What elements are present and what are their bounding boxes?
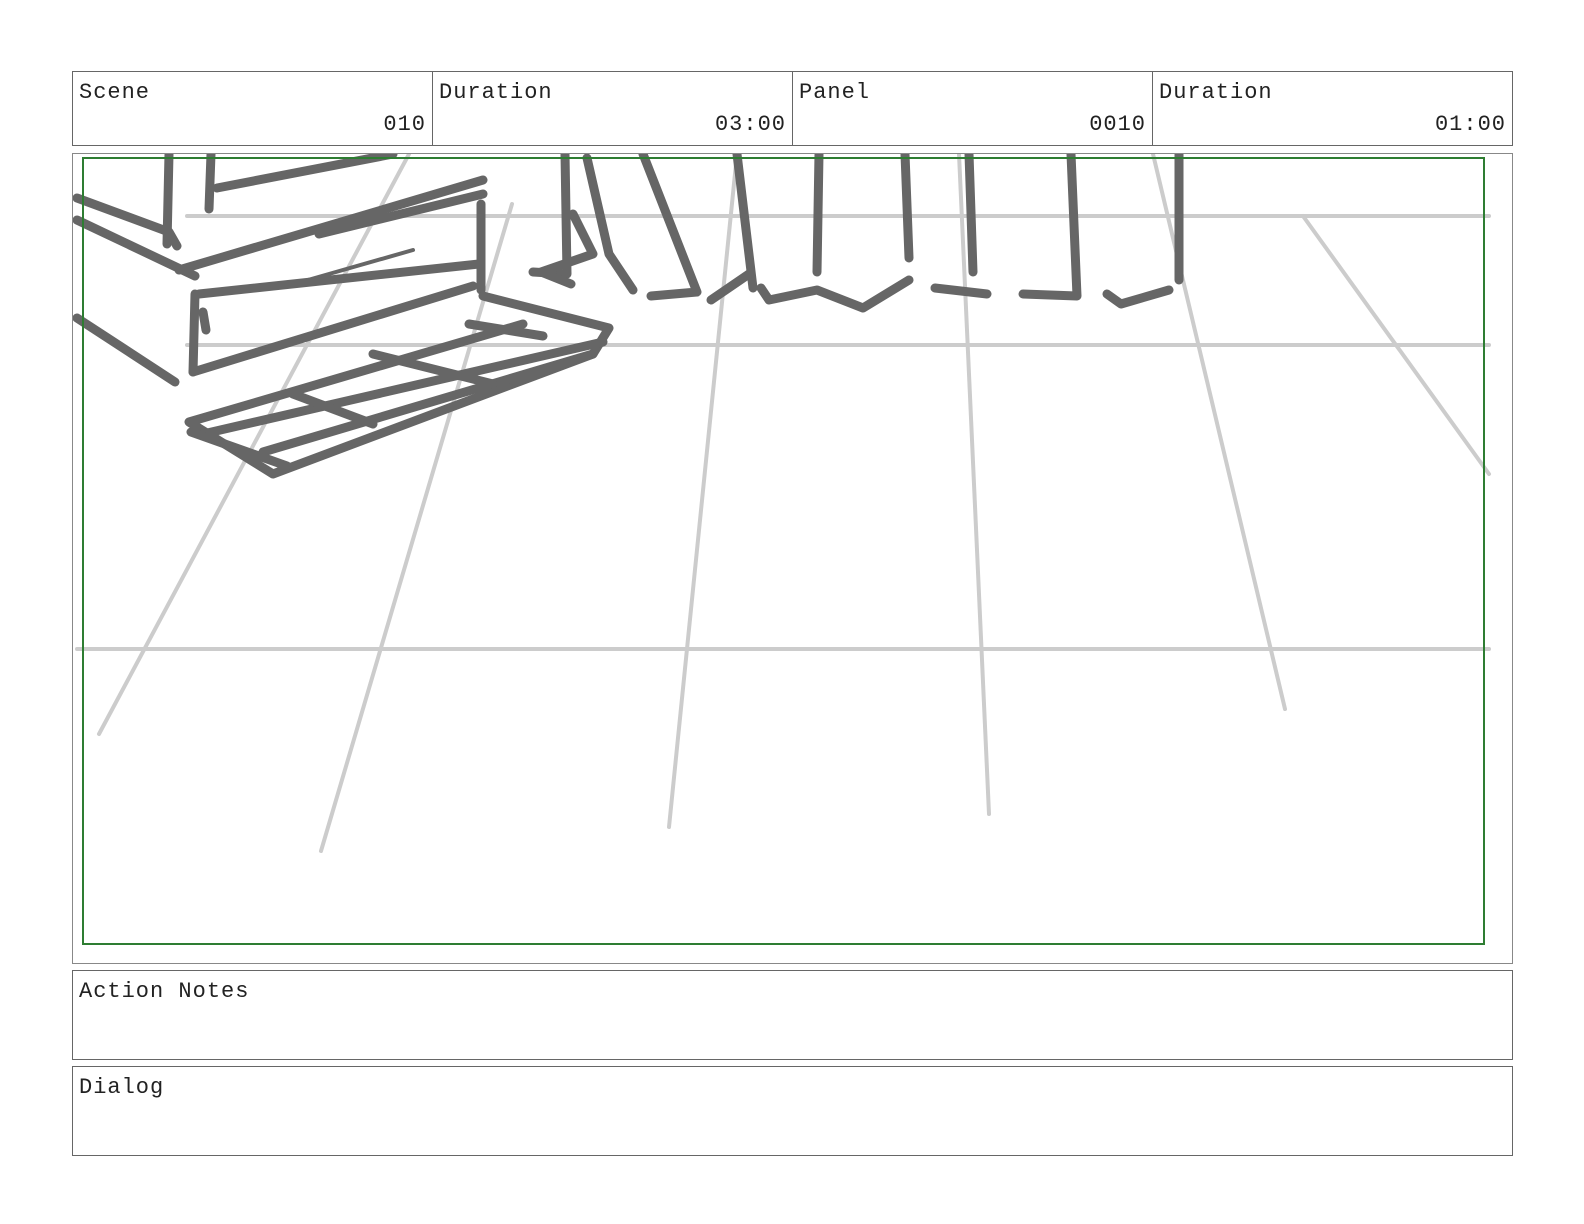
scene-label: Scene: [79, 80, 151, 105]
panel-value[interactable]: 0010: [1089, 112, 1146, 137]
floor-grid: [75, 154, 1491, 853]
panel-duration-label: Duration: [1159, 80, 1273, 105]
safe-area-frame: [82, 157, 1485, 945]
dialog-box[interactable]: Dialog: [72, 1066, 1513, 1156]
scene-value[interactable]: 010: [383, 112, 426, 137]
storyboard-header: Scene 010 Duration 03:00 Panel 0010 Dura…: [72, 71, 1513, 146]
panel-duration-cell: Duration 01:00: [1153, 72, 1512, 145]
scene-duration-label: Duration: [439, 80, 553, 105]
panel-frame[interactable]: [72, 153, 1513, 964]
sketch-canvas: [73, 154, 1491, 945]
scene-duration-value[interactable]: 03:00: [715, 112, 786, 137]
panel-label: Panel: [799, 80, 871, 105]
action-notes-box[interactable]: Action Notes: [72, 970, 1513, 1060]
dialog-label: Dialog: [79, 1075, 165, 1100]
scene-duration-cell: Duration 03:00: [433, 72, 793, 145]
scene-cell: Scene 010: [73, 72, 433, 145]
panel-duration-value[interactable]: 01:00: [1435, 112, 1506, 137]
panel-cell: Panel 0010: [793, 72, 1153, 145]
dark-sketch-strokes: [73, 154, 1184, 479]
action-notes-label: Action Notes: [79, 979, 250, 1004]
